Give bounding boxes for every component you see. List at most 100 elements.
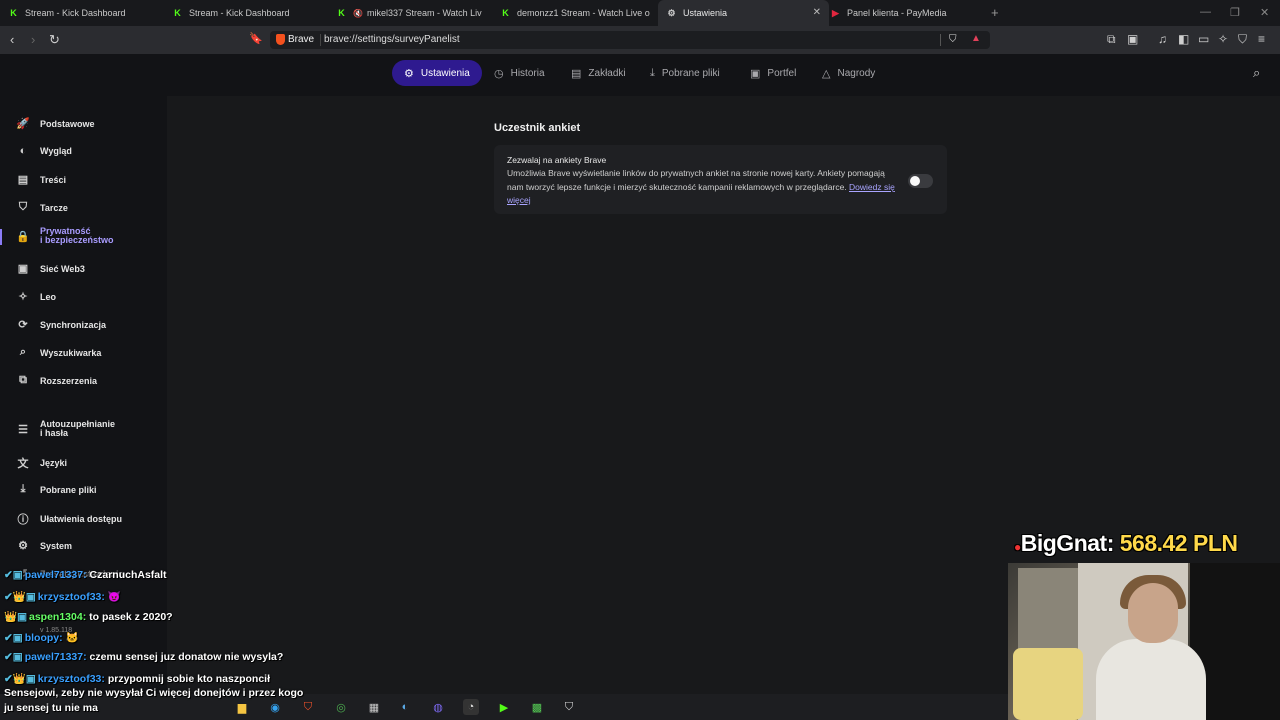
reload-icon[interactable]: ↻	[49, 32, 60, 48]
list-icon: ☰	[18, 423, 28, 436]
brave-label: Brave	[288, 34, 315, 45]
steam-icon[interactable]: ◐	[397, 699, 413, 715]
palette-icon: ◐	[19, 145, 27, 157]
browser-tab-active[interactable]: ⚙ Ustawienia ✕	[658, 0, 829, 26]
setting-title: Zezwalaj na ankiety Brave	[507, 155, 607, 165]
search-icon: ⌕	[19, 346, 27, 358]
sidebar-icon[interactable]: ◧	[1178, 32, 1189, 46]
sidebar-item-content[interactable]: ▤ Treści	[16, 173, 66, 186]
sidebar-item-downloads[interactable]: ⤓ Pobrane pliki	[16, 483, 97, 496]
extensions-icon: ⧉	[19, 374, 27, 386]
app-icon[interactable]: ▦	[366, 699, 382, 715]
forward-icon[interactable]: ›	[31, 32, 35, 47]
sidebar-item-autofill[interactable]: ☰ Autouzupełnianie i hasła	[16, 420, 115, 438]
nav-wallet[interactable]: ▣ Portfel	[750, 60, 796, 86]
webcam-feed	[1008, 563, 1280, 720]
vpn-icon[interactable]: ⛉	[1238, 32, 1247, 47]
gear-icon: ⚙	[667, 7, 676, 18]
rewards-icon[interactable]: ▲	[971, 33, 981, 44]
accessibility-icon: ⓘ	[17, 514, 29, 526]
browser-tab[interactable]: K Stream - Kick Dashboard	[172, 0, 332, 26]
url-text[interactable]: brave://settings/surveyPanelist	[324, 34, 460, 45]
lock-icon: 🔒	[16, 230, 30, 243]
leo-icon[interactable]: ✧	[1218, 32, 1228, 46]
shields-icon[interactable]: ⛉	[949, 34, 957, 45]
chat-message: 👑▣ aspen1304: to pasek z 2020?	[4, 611, 173, 623]
media-icon[interactable]: ♫	[1158, 32, 1167, 46]
brave-shield-icon	[276, 34, 285, 45]
sidebar-item-appearance[interactable]: ◐ Wygląd	[16, 145, 72, 157]
kick-icon: K	[10, 8, 17, 18]
shield-icon: ⛉	[18, 201, 28, 213]
address-bar[interactable]: Brave brave://settings/surveyPanelist ⛉ …	[270, 31, 990, 49]
settings-nav: ⚙ Ustawienia ◷ Historia ▤ Zakładki ⤓ Pobrane…	[0, 58, 1280, 88]
selected-indicator	[0, 229, 2, 245]
survey-setting-card: Zezwalaj na ankiety Brave Umożliwia Brav…	[494, 145, 947, 214]
edge-icon[interactable]: ◉	[267, 699, 283, 715]
back-icon[interactable]: ‹	[10, 32, 14, 47]
app-icon[interactable]: ⛉	[561, 699, 577, 715]
badge-icon: ✔▣	[4, 569, 23, 581]
nav-settings[interactable]: ⚙ Ustawienia	[392, 60, 482, 86]
tab-title: Ustawienia	[683, 8, 728, 18]
file-explorer-icon[interactable]: ▆	[234, 699, 250, 715]
nav-history[interactable]: ◷ Historia	[494, 60, 545, 86]
sidebar-item-sync[interactable]: ⟳ Synchronizacja	[16, 318, 106, 331]
minimize-icon[interactable]: —	[1200, 6, 1211, 18]
kick-icon: K	[174, 8, 181, 18]
section-title: Uczestnik ankiet	[494, 122, 581, 134]
window-close-icon[interactable]: ✕	[1260, 6, 1269, 19]
discord-icon[interactable]: ◍	[430, 699, 446, 715]
nav-downloads[interactable]: ⤓ Pobrane pliki	[650, 60, 720, 86]
paymedia-icon: ▶	[832, 7, 839, 18]
sidebar-item-languages[interactable]: 文 Języki	[16, 455, 68, 471]
sidebar-item-privacy[interactable]: 🔒 Prywatność i bezpieczeństwo	[16, 227, 113, 245]
chat-message: Sensejowi, zeby nie wysyłał Ci więcej do…	[4, 687, 304, 699]
clock-icon: ◷	[494, 67, 504, 80]
wallet-icon[interactable]: ▭	[1198, 32, 1209, 46]
close-tab-icon[interactable]: ✕	[813, 7, 821, 18]
sidebar-item-search[interactable]: ⌕ Wyszukiwarka	[16, 346, 101, 359]
sync-icon: ⟳	[18, 319, 28, 331]
maximize-icon[interactable]: ❐	[1230, 6, 1240, 19]
donation-alert: ●BigGnat: 568.42 PLN	[1014, 530, 1238, 556]
kick-icon[interactable]: ▶	[496, 699, 512, 715]
new-tab-icon[interactable]: +	[991, 5, 999, 20]
screenshot-icon[interactable]: ▣	[1127, 32, 1138, 46]
sidebar-item-leo[interactable]: ✧ Leo	[16, 290, 56, 303]
nav-rewards[interactable]: △ Nagrody	[822, 60, 875, 86]
browser-tab[interactable]: K Stream - Kick Dashboard	[8, 0, 168, 26]
rocket-icon: 🚀	[16, 118, 30, 130]
chat-message: ✔▣ bloopy: 🐱	[4, 632, 79, 644]
chat-message: ✔👑▣ krzysztoof33: przypomnij sobie kto na…	[4, 673, 271, 685]
gear-icon: ⚙	[18, 540, 28, 552]
badge-icon: ✔▣	[4, 651, 23, 663]
sidebar-item-accessibility[interactable]: ⓘ Ułatwienia dostępu	[16, 511, 123, 527]
content-icon: ▤	[17, 174, 29, 186]
nav-bookmarks[interactable]: ▤ Zakładki	[571, 60, 626, 86]
extensions-icon[interactable]: ⧉	[1107, 32, 1116, 47]
tab-title: mikel337 Stream - Watch Live on	[366, 8, 482, 18]
muted-icon: 🔇	[353, 8, 363, 18]
download-icon: ⤓	[650, 66, 655, 79]
surveys-toggle[interactable]	[908, 174, 933, 188]
app-icon[interactable]: ▩	[529, 699, 545, 715]
obs-icon[interactable]: ◔	[463, 699, 479, 715]
chat-message: ✔▣ pawel71337: czemu sensej juz donatow n…	[4, 651, 284, 663]
browser-tab[interactable]: ▶ Panel klienta - PayMedia	[830, 0, 980, 26]
bookmark-icon[interactable]: 🔖	[249, 32, 263, 45]
browser-tab[interactable]: K demonzz1 Stream - Watch Live on K	[500, 0, 650, 26]
wallet-icon: ▣	[750, 67, 761, 80]
tab-title: Stream - Kick Dashboard	[25, 8, 126, 18]
menu-icon[interactable]: ≡	[1258, 32, 1265, 46]
sidebar-item-extensions[interactable]: ⧉ Rozszerzenia	[16, 374, 97, 387]
search-icon[interactable]: ⌕	[1253, 65, 1260, 81]
browser-tab[interactable]: K 🔇 mikel337 Stream - Watch Live on	[336, 0, 482, 26]
brave-icon[interactable]: ⛉	[300, 699, 316, 715]
sidebar-item-system[interactable]: ⚙ System	[16, 539, 72, 552]
sidebar-item-basics[interactable]: 🚀 Podstawowe	[16, 117, 94, 130]
badge-icon: ✔👑▣	[4, 673, 36, 685]
chrome-icon[interactable]: ◎	[333, 699, 349, 715]
sidebar-item-web3[interactable]: ▣ Sieć Web3	[16, 262, 85, 275]
sidebar-item-shields[interactable]: ⛉ Tarcze	[16, 201, 68, 214]
